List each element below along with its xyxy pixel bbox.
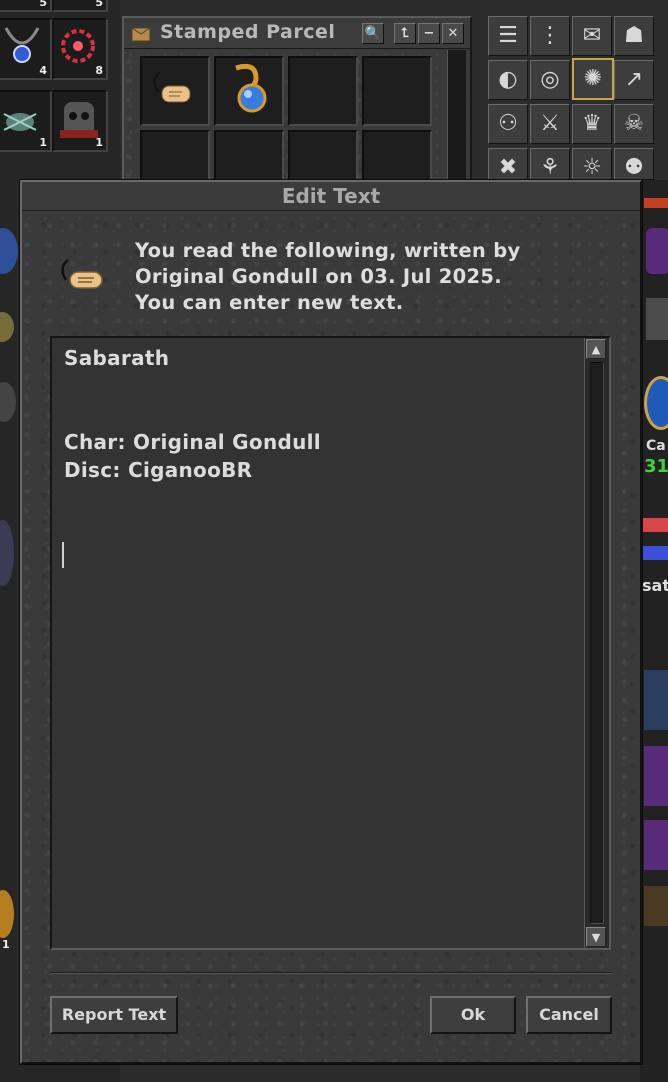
item-glimpse xyxy=(0,312,14,342)
slot-quantity: 4 xyxy=(39,64,47,77)
slot-quantity: 1 xyxy=(2,938,10,951)
skills-icon[interactable]: ✺ xyxy=(572,58,614,100)
editor-scrollbar[interactable]: ▲ ▼ xyxy=(584,338,609,948)
stamped-parcel-window: Stamped Parcel 🔍 ⮤ − ✕ xyxy=(122,16,472,200)
health-bar xyxy=(640,518,668,532)
ok-button[interactable]: Ok xyxy=(430,996,516,1034)
target-icon[interactable]: ◐ xyxy=(488,60,528,100)
graph-icon[interactable]: ↗ xyxy=(614,60,654,100)
skull-icon[interactable]: ☠ xyxy=(614,104,654,144)
slot-quantity: 5 xyxy=(39,0,47,9)
scroll-up-arrow-icon[interactable]: ▲ xyxy=(586,339,606,359)
inventory-slot-skull-armor[interactable]: 1 xyxy=(52,90,108,152)
parcel-slot-label[interactable] xyxy=(140,56,210,126)
item-glimpse xyxy=(0,382,16,422)
parcel-slot-empty[interactable] xyxy=(288,56,358,126)
parcel-slot-amulet[interactable] xyxy=(214,56,284,126)
sun-icon[interactable]: ☼ xyxy=(572,148,612,180)
scroll-track[interactable] xyxy=(590,362,604,924)
slot-quantity: 5 xyxy=(95,0,103,9)
label-icon xyxy=(61,259,103,289)
right-number: 31 xyxy=(644,456,668,477)
slot-quantity: 1 xyxy=(39,136,47,149)
report-text-button[interactable]: Report Text xyxy=(50,996,178,1034)
list-icon[interactable]: ⋮ xyxy=(530,16,570,56)
edit-text-dialog: Edit Text You read the following, writte… xyxy=(20,180,642,1064)
text-editor-area[interactable]: Sabarath Char: Original Gondull Disc: Ci… xyxy=(50,336,611,950)
scroll-down-arrow-icon[interactable]: ▼ xyxy=(586,927,606,947)
slot-quantity: 1 xyxy=(95,136,103,149)
info-line: You read the following, written by xyxy=(135,239,521,262)
item-glimpse xyxy=(644,746,668,806)
text-caret xyxy=(62,542,64,568)
party-icon[interactable]: ✖ xyxy=(488,148,528,180)
item-glimpse xyxy=(0,228,18,274)
mana-bar xyxy=(640,546,668,560)
inventory-slot-amulet[interactable]: 4 xyxy=(0,18,52,80)
info-line: Original Gondull on 03. Jul 2025. xyxy=(135,265,502,288)
right-edge-strip: Ca 31 sat xyxy=(640,180,668,1082)
inventory-slot-bug[interactable]: 1 xyxy=(0,90,52,152)
inventory-slot-ruby-ring[interactable]: 8 xyxy=(52,18,108,80)
item-glimpse xyxy=(644,670,668,730)
item-glimpse xyxy=(644,886,668,926)
parcel-slot-empty[interactable] xyxy=(362,56,432,126)
trophy-icon[interactable]: ♛ xyxy=(572,104,612,144)
editor-text[interactable]: Sabarath Char: Original Gondull Disc: Ci… xyxy=(64,344,575,484)
item-glimpse xyxy=(644,376,668,430)
right-label: sat xyxy=(642,576,668,595)
right-label: Ca xyxy=(646,438,666,454)
group-icon[interactable]: ⚉ xyxy=(614,148,654,180)
chat-icon[interactable]: ✉ xyxy=(572,16,612,56)
inventory-slot[interactable]: 5 xyxy=(0,0,52,12)
cancel-button[interactable]: Cancel xyxy=(526,996,612,1034)
dialog-title[interactable]: Edit Text xyxy=(22,182,640,211)
parcel-scrollbar[interactable] xyxy=(447,50,466,190)
search-icon[interactable]: 🔍 xyxy=(362,23,384,44)
inventory-slot[interactable]: 5 xyxy=(52,0,108,12)
move-up-icon[interactable]: ⮤ xyxy=(394,23,416,44)
minimize-icon[interactable]: − xyxy=(418,23,440,44)
item-glimpse xyxy=(0,890,14,938)
circle-icon[interactable]: ◎ xyxy=(530,60,570,100)
dialog-info-text: You read the following, written by Origi… xyxy=(135,238,615,316)
divider xyxy=(50,972,612,974)
sword-icon[interactable]: ⚔ xyxy=(530,104,570,144)
item-glimpse xyxy=(646,298,668,340)
right-status-panel: ☰ ⋮ ✉ ☗ ◐ ◎ ✺ ↗ ⚇ ⚔ ♛ ☠ ✖ ⚘ ☼ ⚉ xyxy=(486,0,668,180)
serpent-amulet-icon xyxy=(235,63,267,113)
slot-quantity: 8 xyxy=(95,64,103,77)
menu-icon[interactable]: ☰ xyxy=(488,16,528,56)
item-glimpse xyxy=(644,820,668,870)
item-glimpse xyxy=(644,198,668,208)
hunt-icon[interactable]: ⚘ xyxy=(530,148,570,180)
item-glimpse xyxy=(646,228,668,274)
parcel-title-bar[interactable]: Stamped Parcel 🔍 ⮤ − ✕ xyxy=(124,18,470,49)
parcel-window-title: Stamped Parcel xyxy=(160,21,336,43)
character-icon[interactable]: ☗ xyxy=(614,16,654,56)
close-icon[interactable]: ✕ xyxy=(442,23,464,44)
info-line: You can enter new text. xyxy=(135,291,404,314)
parcel-icon xyxy=(131,27,151,42)
guide-icon[interactable]: ⚇ xyxy=(488,104,528,144)
label-icon xyxy=(153,71,191,103)
item-glimpse xyxy=(0,520,14,586)
